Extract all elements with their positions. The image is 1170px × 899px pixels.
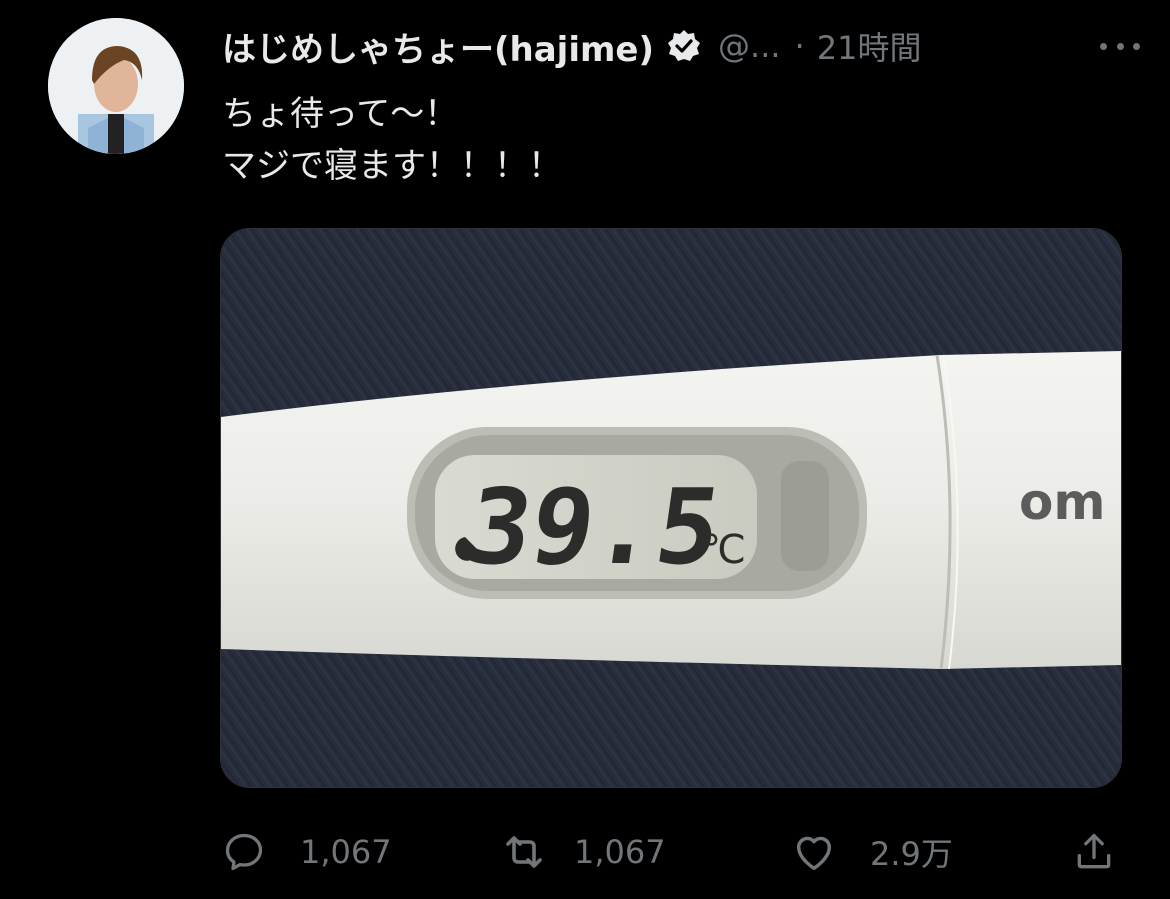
separator: · bbox=[794, 27, 805, 65]
tweet-header: はじめしゃちょー(hajime) @... · 21時間 bbox=[222, 18, 1150, 74]
retweet-count: 1,067 bbox=[574, 833, 666, 871]
tweet-text-line: マジで寝ます！！！！ bbox=[222, 146, 562, 186]
share-button[interactable] bbox=[1070, 826, 1118, 878]
tweet-text-line: ちょ待って〜！ bbox=[222, 94, 459, 134]
retweet-icon bbox=[500, 828, 548, 876]
reply-button[interactable]: 1,067 bbox=[220, 826, 392, 878]
like-count: 2.9万 bbox=[870, 835, 953, 873]
avatar[interactable] bbox=[48, 18, 184, 154]
reply-count: 1,067 bbox=[300, 833, 392, 871]
thermometer-reading: 39.5 bbox=[461, 466, 729, 587]
thermometer-unit: ℃ bbox=[701, 527, 746, 573]
like-icon bbox=[790, 828, 838, 876]
tweet-media-image[interactable]: 39.5 ℃ om bbox=[220, 228, 1122, 788]
handle[interactable]: @... bbox=[718, 27, 781, 65]
retweet-button[interactable]: 1,067 bbox=[500, 826, 666, 878]
reply-icon bbox=[220, 828, 268, 876]
verified-badge-icon bbox=[666, 28, 702, 64]
timestamp[interactable]: 21時間 bbox=[817, 23, 922, 69]
tweet-action-bar: 1,067 1,067 2.9万 bbox=[220, 826, 1120, 878]
share-icon bbox=[1070, 828, 1118, 876]
more-icon[interactable] bbox=[1100, 32, 1140, 60]
tweet-text: ちょ待って〜！ マジで寝ます！！！！ bbox=[222, 88, 562, 192]
brand-text: om bbox=[1019, 473, 1105, 531]
like-button[interactable]: 2.9万 bbox=[790, 826, 953, 878]
display-name[interactable]: はじめしゃちょー(hajime) bbox=[222, 22, 654, 71]
